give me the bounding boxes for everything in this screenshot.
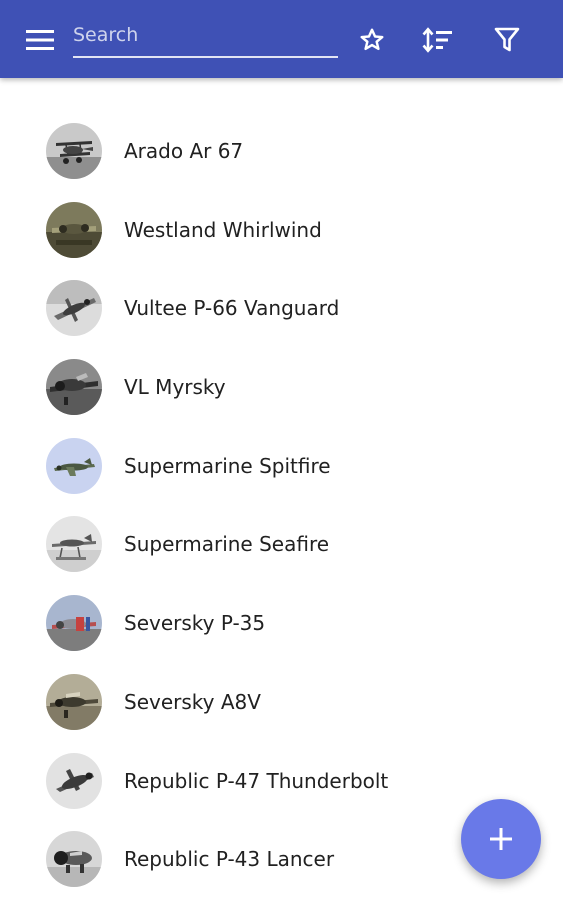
aircraft-thumbnail [46, 123, 102, 179]
aircraft-thumbnail [46, 359, 102, 416]
aircraft-thumbnail [46, 437, 102, 494]
aircraft-name: Arado Ar 67 [124, 139, 244, 163]
favorites-button[interactable] [350, 18, 394, 62]
aircraft-thumbnail [46, 831, 102, 888]
menu-button[interactable] [18, 18, 62, 62]
aircraft-thumbnail [46, 752, 102, 809]
list-item[interactable]: Arado Ar 67 [0, 112, 563, 191]
aircraft-name: Republic P-47 Thunderbolt [124, 768, 389, 793]
list-item[interactable]: Supermarine Seafire [0, 505, 563, 584]
add-button[interactable] [461, 799, 541, 879]
filter-button[interactable] [485, 18, 529, 62]
filter-icon [494, 27, 520, 52]
app-screen: Arado Ar 67 Westland Whirlwind [0, 0, 563, 900]
search-bar [73, 16, 338, 58]
aircraft-name: Supermarine Seafire [124, 532, 330, 557]
aircraft-thumbnail [46, 595, 102, 652]
list-item[interactable]: VL Myrsky [0, 348, 563, 427]
aircraft-thumbnail [46, 516, 102, 573]
aircraft-name: Republic P-43 Lancer [124, 847, 335, 872]
aircraft-thumbnail [46, 201, 102, 258]
aircraft-thumbnail [46, 673, 102, 730]
aircraft-name: Vultee P-66 Vanguard [124, 296, 340, 321]
star-outline-icon [360, 28, 384, 51]
menu-icon [26, 30, 54, 50]
search-input[interactable] [73, 16, 338, 54]
list-item[interactable]: Supermarine Spitfire [0, 427, 563, 506]
list-item[interactable]: Westland Whirlwind [0, 191, 563, 270]
aircraft-list: Arado Ar 67 Westland Whirlwind Vultee P-… [0, 112, 563, 899]
aircraft-name: Supermarine Spitfire [124, 453, 331, 478]
toolbar [0, 0, 563, 78]
aircraft-thumbnail [46, 280, 102, 337]
list-item[interactable]: Seversky P-35 [0, 584, 563, 663]
sort-button[interactable] [416, 18, 460, 62]
list-item[interactable]: Vultee P-66 Vanguard [0, 269, 563, 348]
plus-icon [490, 828, 512, 850]
aircraft-name: Seversky P-35 [124, 611, 266, 636]
aircraft-name: Seversky A8V [124, 689, 261, 714]
list-item[interactable]: Seversky A8V [0, 663, 563, 742]
aircraft-name: VL Myrsky [124, 375, 226, 400]
sort-icon [422, 27, 452, 53]
aircraft-name: Westland Whirlwind [124, 217, 322, 242]
